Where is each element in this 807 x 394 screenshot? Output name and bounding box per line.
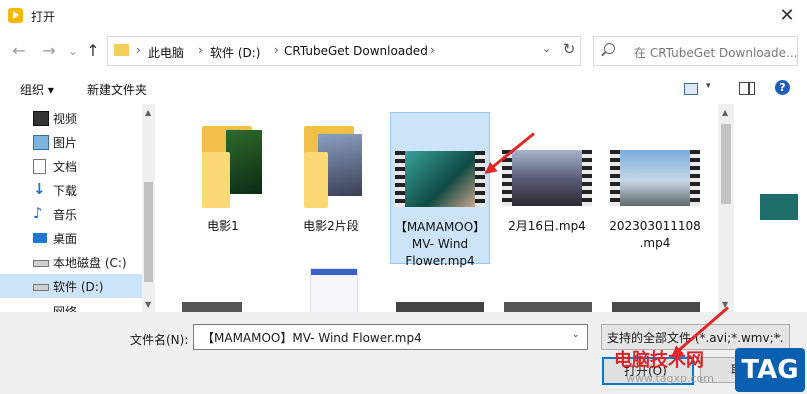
file-list: 电影1 电影2片段 【MAMAMOO】MV- Wind Flower.mp4 2… [158,104,718,312]
search-box[interactable]: 在 CRTubeGet Downloade... [593,36,798,66]
watermark-badge: TAG [735,348,805,392]
desktop-icon [33,233,47,243]
file-tile-folder[interactable]: 电影2片段 [282,112,380,262]
documents-icon [33,159,46,174]
file-tile-video[interactable]: 202303011108.mp4 [606,112,704,262]
scrollbar-thumb[interactable] [144,182,153,282]
file-tile-folder[interactable]: 电影1 [174,112,272,262]
file-name: 电影2片段 [303,219,359,233]
file-name: 【MAMAMOO】MV- Wind Flower.mp4 [394,220,486,268]
view-mode-icon[interactable] [684,83,698,95]
address-bar[interactable]: › 此电脑 › 软件 (D:) › CRTubeGet Downloaded ›… [107,36,581,66]
sidebar-item-drive-c[interactable]: 本地磁盘 (C:) [0,250,142,274]
image-thumbnail-partial[interactable] [310,268,358,312]
video-thumbnail-partial[interactable] [612,302,700,312]
close-button[interactable]: ✕ [772,4,802,28]
file-name: 2月16日.mp4 [508,219,586,233]
sidebar-item-label: 下载 [53,184,78,198]
view-dropdown-icon[interactable]: ▾ [706,81,711,91]
drive-icon [33,284,49,291]
video-thumbnail [610,150,700,206]
scroll-down-arrow-icon[interactable]: ▼ [145,300,151,309]
sidebar-item-videos[interactable]: 视频 [0,106,142,130]
search-placeholder: 在 CRTubeGet Downloade... [634,46,798,60]
file-tile-video-selected[interactable]: 【MAMAMOO】MV- Wind Flower.mp4 [390,112,490,268]
sidebar-item-network[interactable]: 网络 [0,301,142,312]
filename-label: 文件名(N): [130,333,189,347]
filter-dropdown-icon[interactable]: ⌄ [775,330,783,340]
recent-dropdown-icon[interactable]: ⌄ [62,40,84,62]
scroll-up-arrow-icon[interactable]: ▲ [722,108,728,117]
sidebar-item-pictures[interactable]: 图片 [0,130,142,154]
folder-front [202,152,230,208]
window-title: 打开 [31,10,56,24]
file-name: 202303011108.mp4 [609,219,701,250]
drive-icon [33,260,49,267]
video-thumbnail-partial[interactable] [182,302,242,312]
breadcrumb-drive-d[interactable]: 软件 (D:) [210,44,260,61]
watermark-site-name: 电脑技术网 [614,350,704,371]
breadcrumb-separator: › [136,43,141,57]
sidebar-item-label: 桌面 [53,232,78,246]
organize-button[interactable]: 组织 ▾ [20,81,54,98]
sidebar-item-label: 音乐 [53,208,78,222]
scrollbar-thumb[interactable] [721,124,731,204]
breadcrumb-folder[interactable]: CRTubeGet Downloaded [284,44,428,58]
filename-dropdown-icon[interactable]: ⌄ [572,330,580,340]
sidebar-item-drive-d[interactable]: 软件 (D:) [0,274,142,298]
sidebar-item-label: 视频 [53,112,78,126]
new-folder-button[interactable]: 新建文件夹 [87,81,147,98]
video-thumbnail [502,150,592,206]
navigation-pane: 视频 图片 文档 ↓ 下载 ♪ 音乐 桌面 本地磁盘 (C:) 软件 (D:) … [0,104,155,312]
file-list-scrollbar[interactable]: ▲ ▼ [718,104,734,312]
pictures-icon [33,135,49,150]
refresh-icon[interactable]: ↻ [560,40,578,60]
folder-front [304,152,328,208]
address-dropdown-icon[interactable]: ⌄ [542,42,551,55]
preview-pane-thumbnail [760,194,798,220]
sidebar-item-label: 图片 [53,136,78,150]
scroll-up-arrow-icon[interactable]: ▲ [145,108,151,117]
video-icon [33,111,49,126]
video-thumbnail [395,151,485,207]
breadcrumb-separator: › [430,43,435,57]
sidebar-item-label: 网络 [53,305,78,312]
up-arrow-icon[interactable]: ↑ [82,40,104,62]
sidebar-item-music[interactable]: ♪ 音乐 [0,202,142,226]
filename-value: 【MAMAMOO】MV- Wind Flower.mp4 [202,331,422,345]
folder-preview-thumbnail [226,130,262,194]
sidebar-item-documents[interactable]: 文档 [0,154,142,178]
app-play-icon [8,8,23,23]
back-arrow-icon[interactable]: ← [8,40,30,62]
breadcrumb-separator: › [198,43,203,57]
file-tile-video[interactable]: 2月16日.mp4 [498,112,596,262]
folder-icon [114,44,129,56]
sidebar-item-desktop[interactable]: 桌面 [0,226,142,250]
sidebar-item-label: 文档 [53,160,78,174]
title-bar: 打开 ✕ [0,0,807,32]
filename-input[interactable]: 【MAMAMOO】MV- Wind Flower.mp4 ⌄ [193,324,588,350]
sidebar-item-label: 本地磁盘 (C:) [53,256,127,270]
help-icon[interactable]: ? [775,80,790,95]
sidebar-item-downloads[interactable]: ↓ 下载 [0,178,142,202]
music-icon: ♪ [33,204,43,222]
sidebar-item-label: 软件 (D:) [53,280,104,294]
search-icon [604,43,615,54]
video-thumbnail-partial[interactable] [396,302,484,312]
sidebar-scrollbar[interactable]: ▲ ▼ [142,104,155,312]
download-icon: ↓ [33,180,46,198]
breadcrumb-this-pc[interactable]: 此电脑 [148,44,184,61]
file-name: 电影1 [207,219,239,233]
watermark-url: www.tagxp.com [626,372,714,385]
preview-pane-icon[interactable] [739,82,755,95]
forward-arrow-icon[interactable]: → [38,40,60,62]
breadcrumb-separator: › [274,43,279,57]
video-thumbnail-partial[interactable] [504,302,592,312]
